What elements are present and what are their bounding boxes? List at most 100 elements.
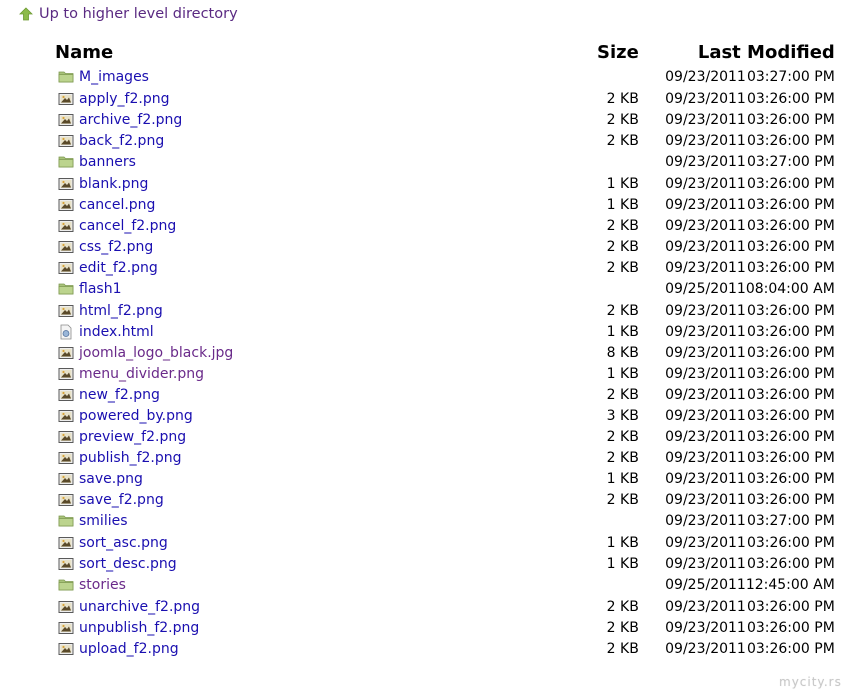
name-cell: flash1 [55, 278, 597, 300]
file-link[interactable]: apply_f2.png [79, 91, 169, 107]
size-cell [597, 66, 639, 88]
name-cell: joomla_logo_black.jpg [55, 342, 597, 363]
folder-icon [58, 283, 74, 295]
file-link[interactable]: cancel.png [79, 197, 155, 213]
name-cell-content: unpublish_f2.png [55, 620, 597, 636]
image-file-icon [58, 642, 74, 655]
folder-row: banners 09/23/2011 03:27:00 PM [55, 151, 835, 173]
file-link[interactable]: publish_f2.png [79, 450, 182, 466]
file-link[interactable]: edit_f2.png [79, 260, 158, 276]
folder-link[interactable]: smilies [79, 513, 128, 529]
folder-link[interactable]: stories [79, 577, 126, 593]
file-list: M_images 09/23/2011 03:27:00 PM apply_f2.pn… [55, 66, 835, 659]
name-cell-content: preview_f2.png [55, 429, 597, 445]
image-file-icon [58, 177, 74, 190]
file-link[interactable]: back_f2.png [79, 133, 164, 149]
image-file-icon [58, 493, 74, 506]
date-cell: 09/23/2011 [665, 111, 746, 128]
file-listing-table: Name Size Last Modified M_images 09/23/20… [55, 39, 835, 659]
up-directory-link[interactable]: Up to higher level directory [19, 4, 238, 24]
file-link[interactable]: upload_f2.png [79, 641, 179, 657]
time-cell: 03:26:00 PM [746, 534, 835, 551]
name-cell: menu_divider.png [55, 363, 597, 384]
file-row: sort_desc.png 1 KB 09/23/2011 03:26:00 PM [55, 553, 835, 574]
file-link[interactable]: unpublish_f2.png [79, 620, 199, 636]
name-cell-content: edit_f2.png [55, 260, 597, 276]
size-cell: 2 KB [606, 449, 639, 466]
file-link[interactable]: unarchive_f2.png [79, 599, 200, 615]
size-cell: 2 KB [606, 302, 639, 319]
folder-link[interactable]: flash1 [79, 281, 121, 297]
file-link[interactable]: menu_divider.png [79, 366, 204, 382]
time-cell: 12:45:00 AM [745, 577, 835, 593]
file-link[interactable]: save_f2.png [79, 492, 164, 508]
file-link[interactable]: css_f2.png [79, 239, 153, 255]
file-link[interactable]: save.png [79, 471, 143, 487]
up-directory-label: Up to higher level directory [39, 6, 238, 22]
name-cell-content: flash1 [55, 281, 597, 297]
date-cell: 09/23/2011 [665, 428, 746, 445]
file-link[interactable]: blank.png [79, 176, 148, 192]
file-link[interactable]: sort_desc.png [79, 556, 177, 572]
footer-watermark: mycity.rs [779, 675, 842, 689]
file-link[interactable]: html_f2.png [79, 303, 163, 319]
time-cell: 03:26:00 PM [746, 302, 835, 319]
size-cell: 2 KB [606, 640, 639, 657]
file-row: sort_asc.png 1 KB 09/23/2011 03:26:00 PM [55, 532, 835, 553]
time-cell: 03:26:00 PM [746, 111, 835, 128]
name-cell: preview_f2.png [55, 426, 597, 447]
folder-link[interactable]: M_images [79, 69, 149, 85]
time-cell: 03:26:00 PM [746, 619, 835, 636]
date-cell: 09/23/2011 [665, 217, 746, 234]
date-cell: 09/23/2011 [665, 175, 746, 192]
name-cell-content: joomla_logo_black.jpg [55, 345, 597, 361]
name-cell: cancel.png [55, 194, 597, 215]
file-row: html_f2.png 2 KB 09/23/2011 03:26:00 PM [55, 300, 835, 321]
size-cell: 1 KB [606, 196, 639, 213]
time-cell: 03:26:00 PM [746, 175, 835, 192]
date-cell: 09/23/2011 [665, 90, 746, 107]
name-cell: M_images [55, 66, 597, 88]
size-cell: 2 KB [606, 491, 639, 508]
file-link[interactable]: preview_f2.png [79, 429, 186, 445]
date-cell: 09/23/2011 [665, 196, 746, 213]
file-row: apply_f2.png 2 KB 09/23/2011 03:26:00 PM [55, 88, 835, 109]
date-cell: 09/23/2011 [665, 259, 746, 276]
file-link[interactable]: index.html [79, 324, 154, 340]
time-cell: 03:26:00 PM [746, 598, 835, 615]
time-cell: 03:27:00 PM [746, 69, 835, 85]
file-link[interactable]: joomla_logo_black.jpg [79, 345, 233, 361]
name-cell: css_f2.png [55, 236, 597, 257]
size-cell: 2 KB [606, 598, 639, 615]
file-row: menu_divider.png 1 KB 09/23/2011 03:26:00 P… [55, 363, 835, 384]
file-link[interactable]: cancel_f2.png [79, 218, 176, 234]
date-cell: 09/25/2011 [665, 281, 746, 297]
name-cell-content: save_f2.png [55, 492, 597, 508]
name-cell: unarchive_f2.png [55, 596, 597, 617]
name-cell: cancel_f2.png [55, 215, 597, 236]
file-link[interactable]: new_f2.png [79, 387, 160, 403]
file-row: new_f2.png 2 KB 09/23/2011 03:26:00 PM [55, 384, 835, 405]
file-row: preview_f2.png 2 KB 09/23/2011 03:26:00 PM [55, 426, 835, 447]
column-header-size: Size [597, 42, 639, 63]
folder-row: M_images 09/23/2011 03:27:00 PM [55, 66, 835, 88]
name-cell-content: sort_asc.png [55, 535, 597, 551]
size-cell: 1 KB [606, 365, 639, 382]
image-file-icon [58, 451, 74, 464]
time-cell: 03:26:00 PM [746, 386, 835, 403]
date-cell: 09/23/2011 [665, 238, 746, 255]
file-link[interactable]: archive_f2.png [79, 112, 182, 128]
image-file-icon [58, 621, 74, 634]
file-link[interactable]: sort_asc.png [79, 535, 168, 551]
size-cell: 1 KB [606, 323, 639, 340]
date-cell: 09/25/2011 [665, 577, 746, 593]
folder-link[interactable]: banners [79, 154, 136, 170]
name-cell: banners [55, 151, 597, 173]
table-header-row: Name Size Last Modified [55, 39, 835, 66]
date-cell: 09/23/2011 [665, 365, 746, 382]
size-cell [597, 510, 639, 532]
size-cell: 1 KB [606, 470, 639, 487]
file-link[interactable]: powered_by.png [79, 408, 193, 424]
name-cell: edit_f2.png [55, 257, 597, 278]
date-cell: 09/23/2011 [665, 449, 746, 466]
